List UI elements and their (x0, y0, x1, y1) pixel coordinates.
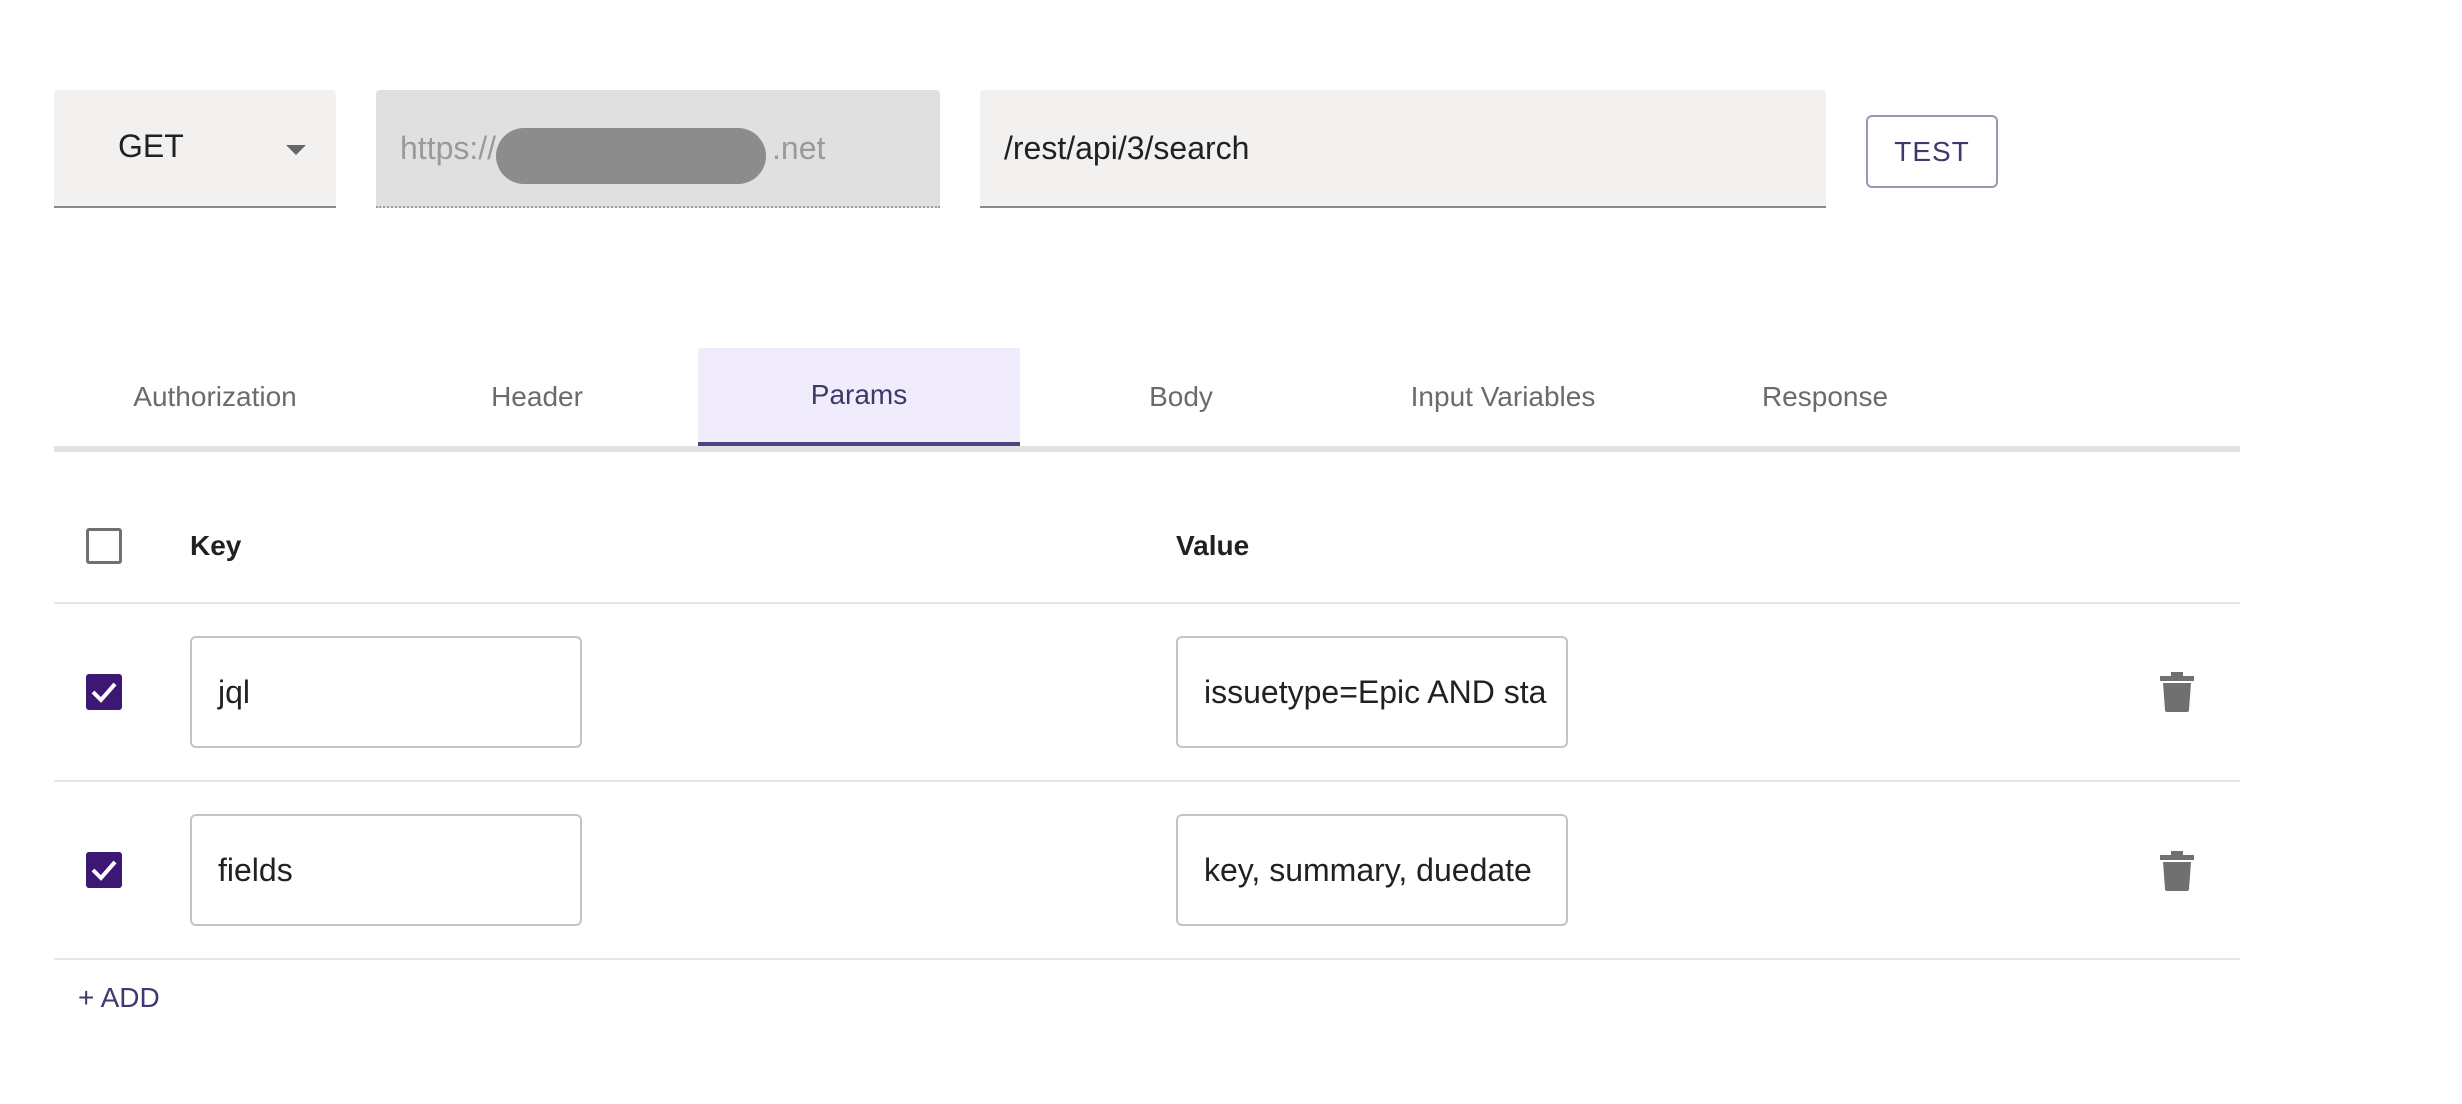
key-column-header: Key (190, 530, 242, 561)
base-url-redaction (496, 128, 766, 184)
trash-icon[interactable] (2160, 672, 2194, 712)
path-value: /rest/api/3/search (1004, 130, 1250, 166)
chevron-down-icon (286, 145, 306, 155)
row-checkbox[interactable] (86, 674, 122, 710)
tab-body[interactable]: Body (1020, 348, 1342, 446)
tab-input-variables[interactable]: Input Variables (1342, 348, 1664, 446)
test-button[interactable]: TEST (1866, 115, 1998, 188)
param-key-input[interactable]: jql (190, 636, 582, 748)
base-url-prefix: https:// (400, 130, 497, 166)
tab-bar: Authorization Header Params Body Input V… (54, 348, 2240, 452)
method-select[interactable]: GET (54, 90, 336, 208)
tab-header[interactable]: Header (376, 348, 698, 446)
trash-icon[interactable] (2160, 851, 2194, 891)
param-value-input[interactable]: key, summary, duedate (1176, 814, 1568, 926)
param-key-input[interactable]: fields (190, 814, 582, 926)
select-all-checkbox[interactable] (86, 528, 122, 564)
base-url-field: https:// .net (376, 90, 940, 208)
tab-authorization[interactable]: Authorization (54, 348, 376, 446)
param-value-input[interactable]: issuetype=Epic AND sta (1176, 636, 1568, 748)
method-value: GET (118, 128, 184, 164)
row-divider (54, 602, 2240, 604)
tab-response[interactable]: Response (1664, 348, 1986, 446)
value-column-header: Value (1176, 530, 1250, 561)
add-param-button[interactable]: + ADD (78, 982, 160, 1014)
tab-params[interactable]: Params (698, 348, 1020, 446)
base-url-suffix: .net (772, 130, 826, 166)
check-icon (91, 860, 117, 881)
path-input[interactable]: /rest/api/3/search (980, 90, 1826, 208)
check-icon (91, 682, 117, 703)
row-divider (54, 958, 2240, 960)
row-checkbox[interactable] (86, 852, 122, 888)
row-divider (54, 780, 2240, 782)
